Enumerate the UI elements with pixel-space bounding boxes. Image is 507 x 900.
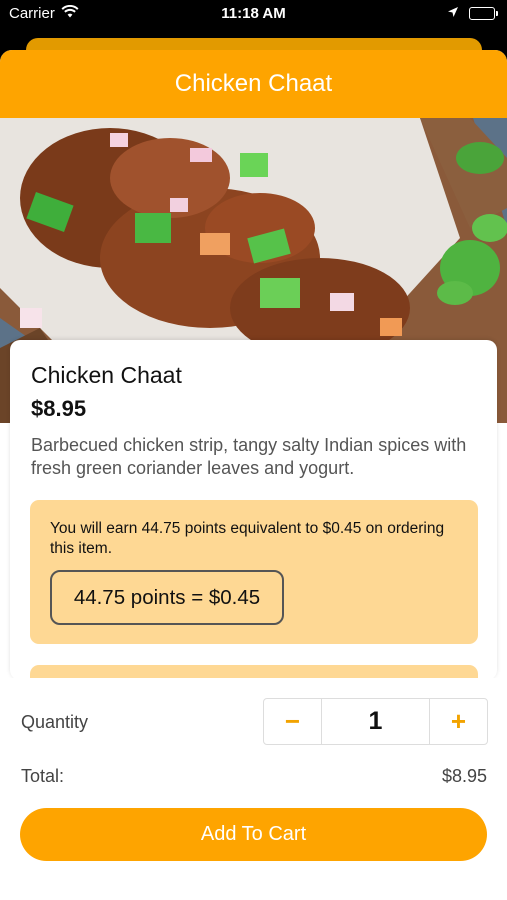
quantity-stepper: − 1 + bbox=[263, 698, 488, 745]
add-to-cart-button[interactable]: Add To Cart bbox=[20, 808, 487, 861]
product-name: Chicken Chaat bbox=[31, 362, 182, 388]
status-bar: Carrier 11:18 AM bbox=[0, 0, 507, 30]
product-description: Barbecued chicken strip, tangy salty Ind… bbox=[31, 435, 467, 478]
decrement-button[interactable]: − bbox=[264, 699, 321, 744]
location-arrow-icon bbox=[447, 5, 459, 22]
nav-title: Chicken Chaat bbox=[174, 70, 333, 97]
points-badge: 44.75 points = $0.45 bbox=[50, 570, 284, 625]
quantity-label: Quantity bbox=[21, 712, 89, 732]
status-right-group bbox=[447, 5, 498, 22]
quantity-value: 1 bbox=[321, 699, 430, 744]
nav-bar: Chicken Chaat bbox=[0, 50, 507, 118]
product-details-card: Chicken Chaat $8.95 Barbecued chicken st… bbox=[10, 340, 497, 705]
total-value: $8.95 bbox=[441, 766, 487, 786]
order-panel: Quantity − 1 + Total: $8.95 Add To Cart bbox=[0, 678, 507, 900]
add-to-cart-label: Add To Cart bbox=[200, 823, 307, 845]
points-message: You will earn 44.75 points equivalent to… bbox=[50, 520, 445, 557]
product-sheet: Chicken Chaat Chicken Chaat $8.95 Barbec… bbox=[0, 50, 507, 900]
total-label: Total: bbox=[21, 766, 65, 786]
status-time: 11:18 AM bbox=[221, 5, 286, 22]
battery-icon bbox=[469, 7, 498, 20]
points-info-box: You will earn 44.75 points equivalent to… bbox=[30, 500, 478, 644]
product-price: $8.95 bbox=[31, 396, 87, 421]
increment-button[interactable]: + bbox=[430, 699, 487, 744]
